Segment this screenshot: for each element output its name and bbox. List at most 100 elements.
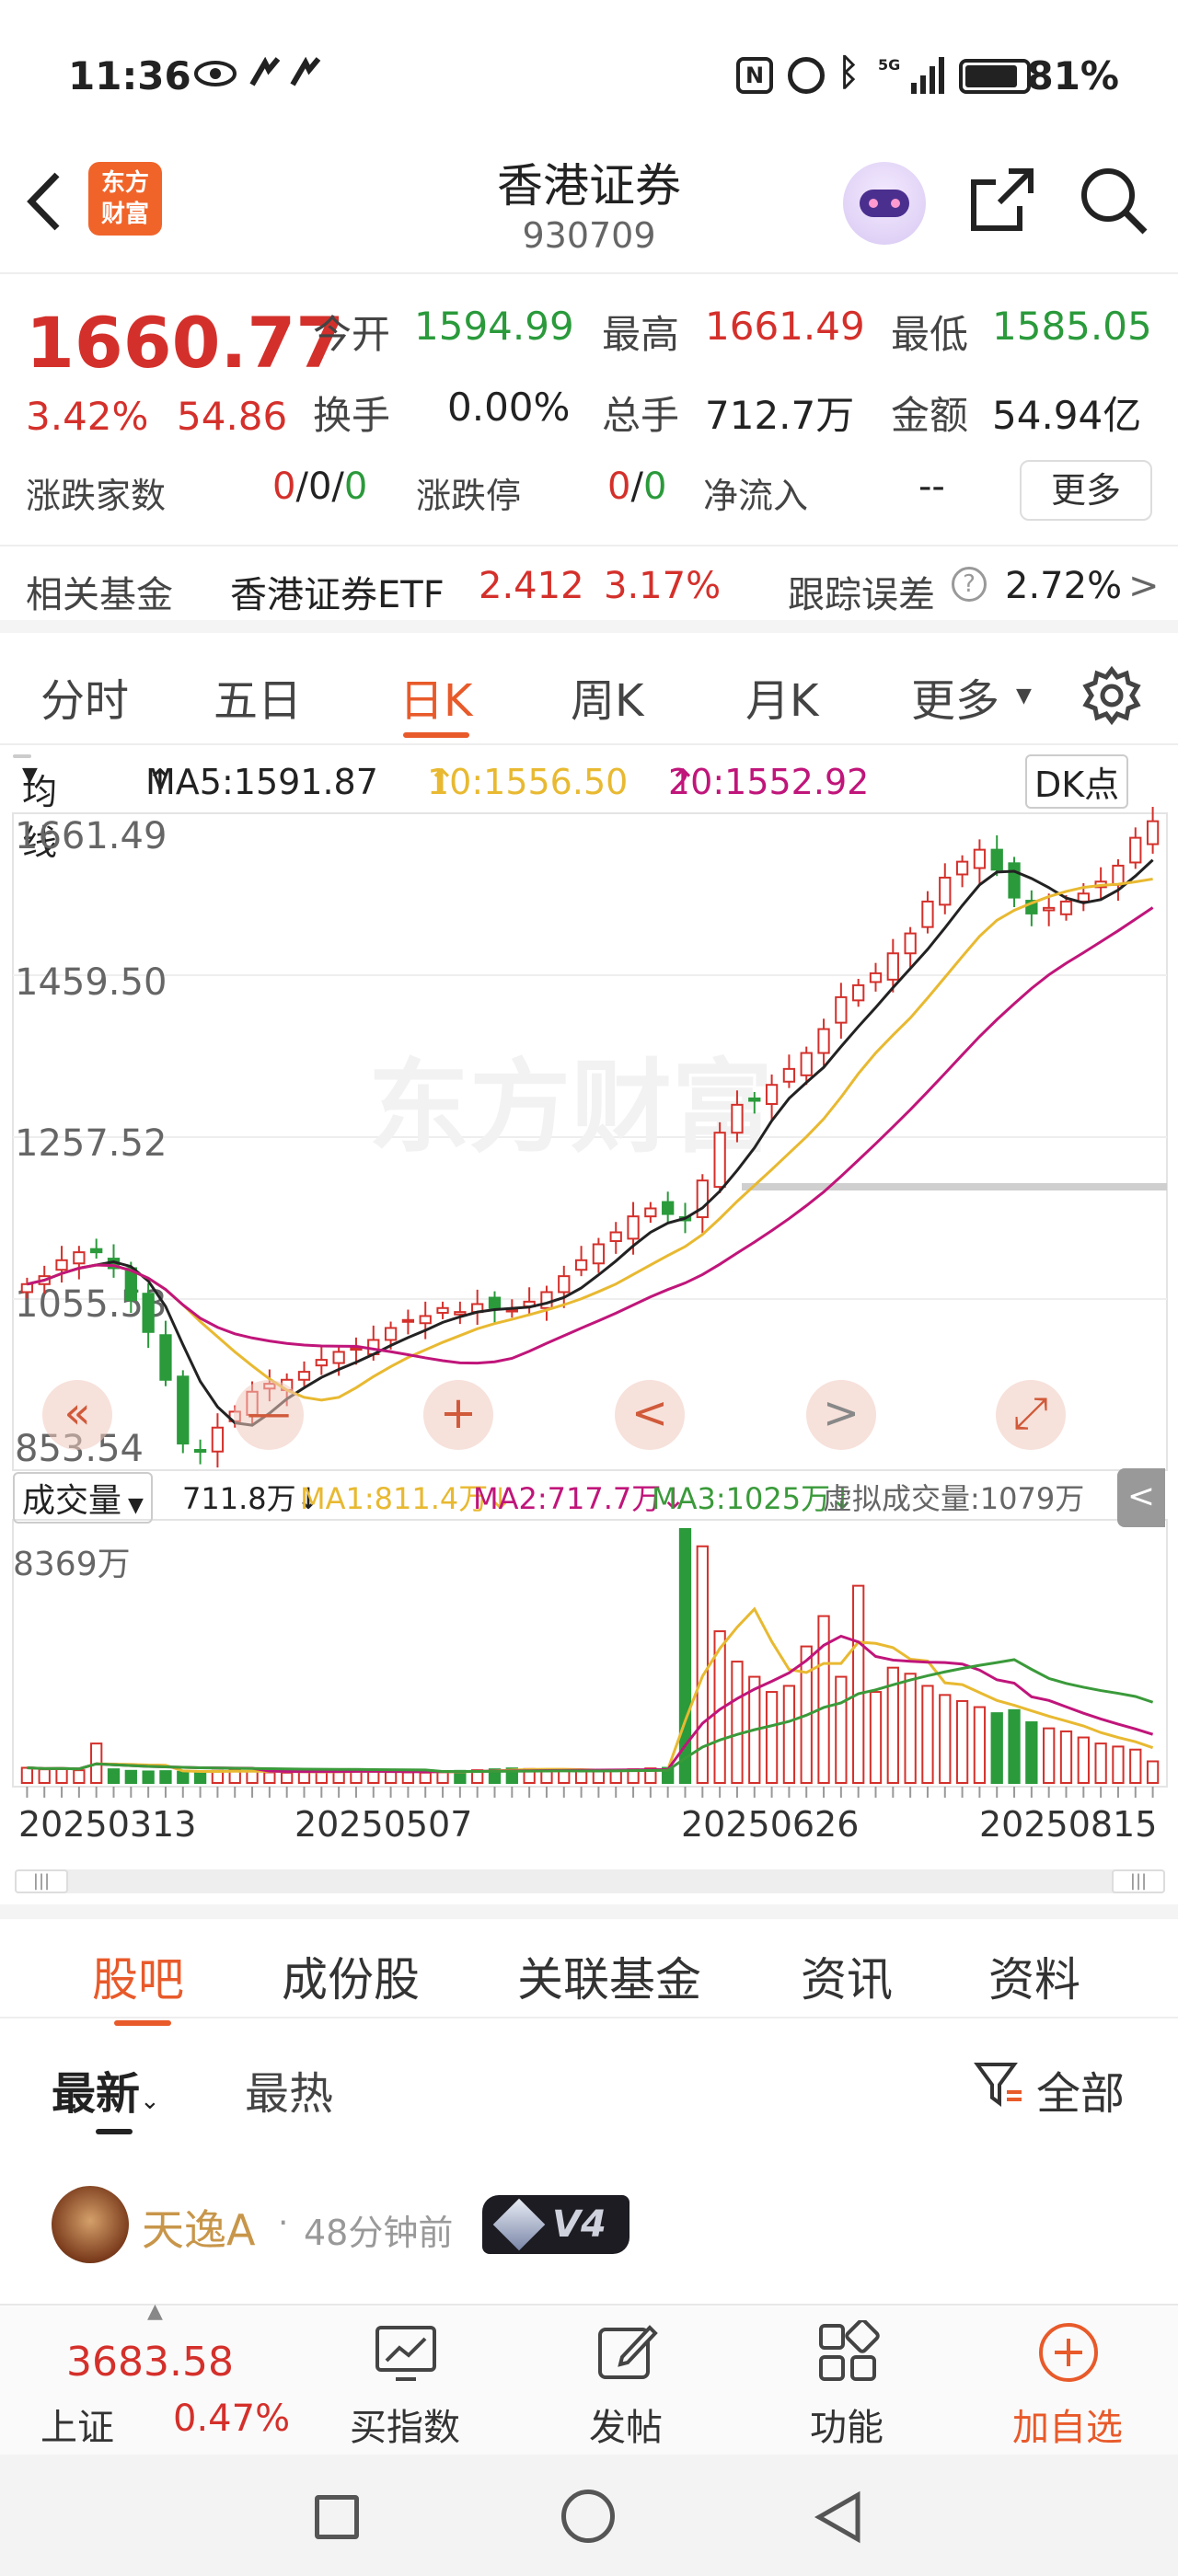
- tab-daily-k[interactable]: 日K: [399, 664, 472, 729]
- volume-bar: [297, 1771, 311, 1784]
- expand-button[interactable]: ⤢: [996, 1380, 1066, 1450]
- alarm-icon: [788, 57, 825, 94]
- filter-icon[interactable]: [974, 2059, 1025, 2114]
- prev-button[interactable]: <: [615, 1380, 685, 1450]
- volume-bar: [1059, 1730, 1073, 1785]
- sort-indicator: [96, 2129, 133, 2134]
- stock-header: 东方 财富 香港证券 930709: [0, 138, 1178, 274]
- tab-related-funds[interactable]: 关联基金: [517, 1943, 701, 2009]
- function-button[interactable]: 功能: [773, 2306, 920, 2456]
- chart-trend-icon: [375, 2326, 436, 2381]
- volume-bar: [817, 1615, 830, 1785]
- vip-badge: V4: [482, 2195, 629, 2254]
- zoom-in-button[interactable]: +: [423, 1380, 493, 1450]
- sort-latest[interactable]: 最新⌄: [52, 2057, 160, 2122]
- candle-body: [1059, 900, 1073, 915]
- volume-axis-label: 8369万: [13, 1546, 131, 1583]
- candle-body: [20, 1282, 34, 1294]
- home-icon[interactable]: [561, 2490, 615, 2543]
- low-value: 1585.05: [992, 304, 1152, 349]
- more-button[interactable]: 更多: [1020, 460, 1152, 521]
- index-name: 上证: [40, 2407, 114, 2449]
- volume-bar: [1094, 1742, 1107, 1785]
- tab-weekly-k[interactable]: 周K: [571, 664, 643, 729]
- tab-more[interactable]: 更多: [911, 664, 999, 729]
- tab-five-day[interactable]: 五日: [214, 664, 302, 729]
- dk-button[interactable]: DK点: [1025, 754, 1129, 809]
- volume-bar: [159, 1770, 172, 1785]
- help-icon[interactable]: ?: [952, 567, 987, 602]
- candle-body: [886, 952, 899, 981]
- buy-index-button[interactable]: 买指数: [331, 2306, 479, 2456]
- amount-value: 54.94亿: [992, 393, 1142, 438]
- ma-selector[interactable]: 均线 ▼: [13, 754, 57, 863]
- back-nav-icon[interactable]: [812, 2490, 863, 2548]
- volume-bar: [835, 1675, 848, 1785]
- candle-body: [990, 848, 1003, 871]
- filter-all[interactable]: 全部: [1036, 2057, 1125, 2122]
- zoom-out-button[interactable]: —: [234, 1380, 304, 1450]
- battery-icon: [959, 59, 1031, 94]
- candle-body: [55, 1259, 68, 1271]
- change-amount: 54.86: [177, 394, 288, 439]
- bottom-action-bar: ▲ 3683.58 上证 0.47% 买指数 发帖 功能 加自选: [0, 2300, 1178, 2456]
- nfc-icon: N: [736, 57, 773, 94]
- volume-selector[interactable]: 成交量 ▼: [13, 1472, 153, 1524]
- assistant-robot-icon[interactable]: [843, 162, 926, 245]
- volume-bar: [55, 1767, 68, 1785]
- recent-apps-icon[interactable]: [315, 2495, 359, 2539]
- bluetooth-icon: ᛒ: [837, 52, 860, 94]
- settings-gear-icon[interactable]: [1082, 665, 1141, 729]
- volume-bar: [1146, 1760, 1160, 1784]
- kline-chart[interactable]: 东方财富 1661.491459.501257.521055.53853.54 …: [0, 802, 1178, 1893]
- sort-hot[interactable]: 最热: [245, 2057, 333, 2122]
- volume-bar: [384, 1771, 398, 1784]
- add-watchlist-button[interactable]: 加自选: [994, 2306, 1141, 2456]
- candle-body: [852, 983, 865, 1002]
- index-ticker[interactable]: ▲ 3683.58 上证 0.47%: [0, 2300, 313, 2456]
- volume-bar: [124, 1769, 137, 1785]
- volume-bar: [1025, 1721, 1038, 1784]
- chevron-right-icon: >: [1128, 565, 1160, 607]
- volume-value: 712.7万: [705, 393, 855, 438]
- date-label: 20250313: [18, 1804, 196, 1845]
- turnover-label: 换手: [313, 393, 391, 438]
- fund-name[interactable]: 香港证券ETF: [230, 565, 445, 618]
- date-label: 20250507: [294, 1804, 472, 1845]
- scroll-handle-right[interactable]: |||: [1112, 1869, 1165, 1893]
- candle-body: [662, 1201, 675, 1215]
- date-label: 20250626: [681, 1804, 859, 1845]
- post-button[interactable]: 发帖: [552, 2306, 699, 2456]
- volume-bar: [20, 1766, 34, 1785]
- share-icon[interactable]: [968, 166, 1036, 237]
- netflow-value: --: [918, 466, 945, 508]
- price-axis-label: 1459.50: [15, 961, 167, 1004]
- tab-profile[interactable]: 资料: [988, 1943, 1080, 2009]
- tab-guba[interactable]: 股吧: [92, 1943, 184, 2009]
- volume-bar: [73, 1769, 86, 1785]
- volume-bar: [939, 1694, 952, 1784]
- tab-monthly-k[interactable]: 月K: [745, 664, 818, 729]
- index-value: 3683.58: [66, 2339, 234, 2386]
- next-button[interactable]: >: [806, 1380, 876, 1450]
- side-panel-toggle[interactable]: <: [1117, 1468, 1165, 1527]
- tab-intraday[interactable]: 分时: [40, 664, 129, 729]
- quote-panel: 1660.77 3.42% 54.86 今开 1594.99 最高 1661.4…: [0, 276, 1178, 534]
- tab-news[interactable]: 资讯: [801, 1943, 893, 2009]
- post-author[interactable]: 天逸A: [142, 2197, 255, 2258]
- fast-back-button[interactable]: «: [42, 1380, 112, 1450]
- related-fund-row[interactable]: 相关基金 香港证券ETF 2.412 3.17% 跟踪误差 ? 2.72% >: [0, 545, 1178, 633]
- scroll-handle-left[interactable]: |||: [15, 1869, 68, 1893]
- amount-label: 金额: [891, 393, 969, 438]
- candle-body: [1146, 820, 1160, 845]
- user-avatar[interactable]: [52, 2186, 129, 2263]
- search-icon[interactable]: [1079, 166, 1149, 239]
- tab-constituents[interactable]: 成份股: [282, 1943, 420, 2009]
- price-axis-label: 1661.49: [15, 815, 167, 857]
- tracking-error-label: 跟踪误差: [788, 574, 935, 616]
- kline-chart-svg[interactable]: 东方财富 1661.491459.501257.521055.53853.54 …: [0, 802, 1178, 1860]
- post-label: 发帖: [589, 2407, 663, 2449]
- chart-scrollbar[interactable]: ||| |||: [15, 1869, 1165, 1893]
- notification-icon: [248, 56, 331, 94]
- volume-bar: [193, 1771, 207, 1784]
